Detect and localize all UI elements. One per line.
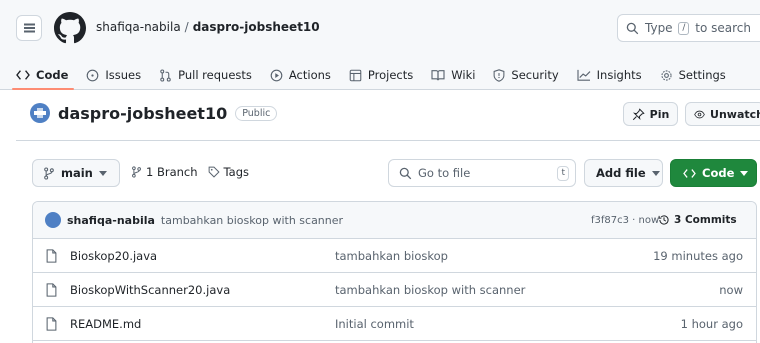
tab-label: Issues bbox=[105, 68, 142, 82]
unwatch-label: Unwatch bbox=[710, 107, 760, 121]
tab-label: Wiki bbox=[451, 68, 476, 82]
repo-title[interactable]: daspro-jobsheet10 bbox=[58, 104, 227, 123]
shield-icon bbox=[494, 68, 505, 82]
code-icon bbox=[683, 168, 696, 178]
file-commit-message[interactable]: Initial commit bbox=[335, 317, 414, 331]
avatar[interactable] bbox=[30, 103, 50, 123]
github-logo-icon[interactable] bbox=[54, 12, 86, 44]
tag-icon bbox=[208, 166, 220, 178]
code-button[interactable]: Code bbox=[670, 159, 757, 187]
file-commit-date: 1 hour ago bbox=[680, 316, 743, 331]
chevron-down-icon bbox=[98, 170, 107, 176]
tab-settings[interactable]: Settings bbox=[660, 60, 726, 90]
file-row[interactable]: BioskopWithScanner20.java tambahkan bios… bbox=[33, 273, 756, 307]
pin-icon bbox=[632, 107, 645, 120]
tab-label: Code bbox=[36, 68, 69, 82]
breadcrumb-repo[interactable]: daspro-jobsheet10 bbox=[193, 20, 320, 34]
breadcrumb: shafiqa-nabila / daspro-jobsheet10 bbox=[96, 20, 320, 34]
pin-button[interactable]: Pin bbox=[623, 102, 678, 126]
tags-link[interactable]: Tags bbox=[208, 165, 249, 179]
file-name[interactable]: README.md bbox=[70, 317, 141, 331]
file-icon bbox=[46, 317, 57, 331]
book-icon bbox=[431, 70, 445, 81]
go-to-file-placeholder: Go to file bbox=[418, 166, 471, 180]
tab-issues[interactable]: Issues bbox=[86, 60, 141, 90]
file-row[interactable]: README.md Initial commit 1 hour ago bbox=[33, 307, 756, 341]
search-suffix: to search bbox=[695, 21, 751, 35]
table-icon bbox=[349, 69, 362, 81]
tab-label: Actions bbox=[288, 68, 331, 82]
tags-label: Tags bbox=[223, 165, 250, 179]
branch-count: 1 Branch bbox=[146, 165, 198, 179]
repo-tabs: Code Issues Pull requests Actions Projec… bbox=[11, 60, 744, 90]
repo-heading: daspro-jobsheet10 Public bbox=[30, 103, 278, 123]
chevron-down-icon bbox=[740, 170, 749, 176]
go-to-file-input[interactable]: Go to file t bbox=[388, 159, 576, 187]
add-file-label: Add file bbox=[596, 166, 646, 180]
commit-count-label: 3 Commits bbox=[674, 214, 737, 226]
file-name[interactable]: BioskopWithScanner20.java bbox=[70, 283, 230, 297]
branch-selector[interactable]: main bbox=[32, 159, 120, 187]
history-icon bbox=[658, 215, 669, 225]
avatar[interactable] bbox=[45, 212, 61, 228]
pull-request-icon bbox=[160, 68, 171, 82]
gear-icon bbox=[661, 69, 672, 81]
tab-label: Security bbox=[511, 68, 559, 82]
tab-label: Insights bbox=[596, 68, 642, 82]
commit-hash-time[interactable]: f3f87c3 · now bbox=[591, 215, 659, 226]
file-row[interactable]: Bioskop20.java tambahkan bioskop 19 minu… bbox=[33, 239, 756, 273]
play-icon bbox=[270, 69, 283, 81]
commit-message[interactable]: tambahkan bioskop with scanner bbox=[161, 214, 343, 227]
commits-link[interactable]: 3 Commits bbox=[658, 214, 737, 226]
branch-tag-links: 1 Branch Tags bbox=[131, 165, 259, 179]
add-file-button[interactable]: Add file bbox=[584, 159, 663, 187]
branches-link[interactable]: 1 Branch bbox=[131, 165, 198, 179]
commit-author[interactable]: shafiqa-nabila bbox=[67, 214, 155, 227]
file-icon bbox=[46, 283, 57, 297]
search-prefix: Type bbox=[645, 21, 673, 35]
eye-icon bbox=[694, 110, 705, 118]
file-commit-message[interactable]: tambahkan bioskop bbox=[335, 249, 448, 263]
top-header: shafiqa-nabila / daspro-jobsheet10 Type / … bbox=[0, 0, 760, 90]
issue-icon bbox=[87, 69, 99, 81]
tab-label: Pull requests bbox=[178, 68, 252, 82]
go-to-file-shortcut-key: t bbox=[557, 166, 569, 181]
branch-name: main bbox=[61, 166, 93, 180]
tab-code[interactable]: Code bbox=[11, 60, 75, 90]
file-icon bbox=[46, 249, 57, 263]
branch-icon bbox=[44, 166, 54, 180]
breadcrumb-separator: / bbox=[184, 20, 189, 34]
latest-commit-bar: shafiqa-nabila tambahkan bioskop with sc… bbox=[33, 202, 756, 239]
search-shortcut-key: / bbox=[678, 21, 690, 35]
unwatch-button[interactable]: Unwatch bbox=[685, 102, 760, 126]
tab-wiki[interactable]: Wiki bbox=[431, 60, 475, 90]
file-commit-date: now bbox=[719, 282, 743, 297]
code-button-label: Code bbox=[702, 166, 735, 180]
tab-insights[interactable]: Insights bbox=[577, 60, 642, 90]
tab-label: Projects bbox=[367, 68, 414, 82]
chevron-down-icon bbox=[651, 170, 660, 176]
breadcrumb-owner[interactable]: shafiqa-nabila bbox=[96, 20, 181, 34]
graph-icon bbox=[577, 69, 591, 81]
avatar-pattern-icon bbox=[34, 108, 46, 118]
tab-projects[interactable]: Projects bbox=[349, 60, 413, 90]
file-name[interactable]: Bioskop20.java bbox=[70, 249, 157, 263]
branch-icon bbox=[132, 166, 141, 178]
tab-label: Settings bbox=[678, 68, 726, 82]
search-icon bbox=[399, 167, 412, 179]
tab-actions[interactable]: Actions bbox=[270, 60, 331, 90]
tab-pull-requests[interactable]: Pull requests bbox=[159, 60, 252, 90]
search-input[interactable]: Type / to search bbox=[617, 14, 760, 42]
menu-icon[interactable] bbox=[16, 15, 42, 41]
tab-security[interactable]: Security bbox=[493, 60, 559, 90]
code-icon bbox=[16, 70, 30, 80]
file-commit-date: 19 minutes ago bbox=[653, 248, 743, 263]
file-commit-message[interactable]: tambahkan bioskop with scanner bbox=[335, 283, 525, 297]
divider bbox=[16, 140, 760, 141]
pin-label: Pin bbox=[649, 107, 670, 121]
file-browser: shafiqa-nabila tambahkan bioskop with sc… bbox=[32, 201, 757, 343]
search-icon bbox=[626, 22, 639, 34]
visibility-badge: Public bbox=[235, 105, 278, 121]
